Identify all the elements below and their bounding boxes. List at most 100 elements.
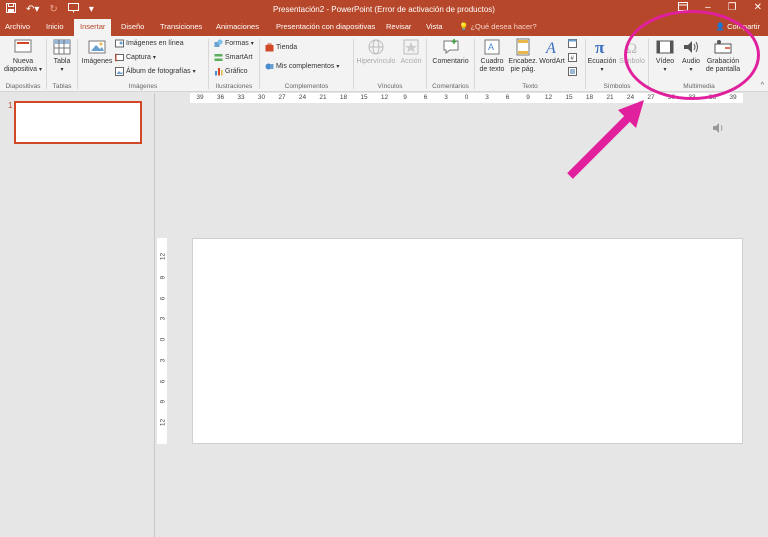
audio-speaker-icon[interactable]	[712, 122, 726, 134]
restore-icon[interactable]: ❐	[728, 2, 737, 14]
object-icon[interactable]	[568, 67, 577, 76]
ruler-tick-label: 12	[159, 252, 167, 261]
window-title: Presentación2 - PowerPoint (Error de act…	[273, 5, 495, 14]
ruler-tick-label: 6	[159, 379, 167, 383]
close-icon[interactable]: ✕	[754, 2, 762, 14]
ruler-tick-label: 39	[196, 94, 204, 101]
lightbulb-icon: 💡	[459, 22, 469, 31]
group-label-vinculos: Vínculos	[377, 83, 403, 90]
group-complementos: Tienda Mis complementos ▾ Complementos	[260, 36, 353, 92]
pi-icon: π	[595, 38, 605, 56]
ruler-tick-label: 3	[485, 94, 489, 101]
collapse-ribbon-icon[interactable]: ^	[761, 82, 764, 89]
ruler-tick-label: 12	[544, 94, 553, 101]
date-time-icon[interactable]	[568, 39, 577, 48]
slide-number-icon[interactable]: #	[568, 53, 577, 62]
group-label-texto: Texto	[522, 83, 538, 90]
group-label-imagenes: Imágenes	[128, 83, 158, 90]
group-vinculos: Hipervínculo Acción Vínculos	[354, 36, 426, 92]
chart-icon	[215, 68, 223, 76]
table-icon	[53, 39, 71, 55]
ruler-tick-label: 27	[278, 94, 286, 101]
ruler-tick-label: 9	[403, 94, 407, 101]
ruler-tick-label: 6	[423, 94, 428, 101]
pictures-icon	[88, 40, 106, 54]
group-label-comentarios: Comentarios	[432, 83, 469, 90]
tab-inicio[interactable]: Inicio	[46, 22, 64, 31]
header-footer-icon	[516, 38, 530, 56]
equation-button[interactable]: π Ecuación ▾	[586, 38, 618, 74]
tab-archivo[interactable]: Archivo	[5, 22, 30, 31]
online-pictures-button[interactable]: Imágenes en línea	[115, 39, 184, 48]
ruler-tick-label: 12	[159, 418, 167, 427]
group-imagenes: Imágenes Imágenes en línea Captura ▾ Álb…	[78, 36, 208, 92]
my-addins-icon	[265, 63, 274, 70]
pictures-button[interactable]: Imágenes	[81, 38, 113, 66]
group-comentarios: Comentario Comentarios	[427, 36, 474, 92]
tab-vista[interactable]: Vista	[426, 22, 443, 31]
screenshot-button[interactable]: Captura ▾	[115, 53, 156, 62]
text-box-icon: A	[484, 39, 500, 55]
smartart-icon	[214, 54, 223, 61]
ruler-tick-label: 3	[159, 358, 167, 363]
ruler-tick-label: 6	[505, 94, 510, 101]
group-label-simbolos: Símbolos	[603, 83, 631, 90]
photo-album-button[interactable]: Álbum de fotografías ▾	[115, 67, 196, 76]
powerpoint-window: { "colors": { "accent": "#b7472a", "anno…	[0, 0, 768, 537]
wordart-icon: A	[545, 40, 556, 56]
action-icon	[403, 39, 419, 55]
store-button[interactable]: Tienda	[265, 43, 297, 52]
tell-me-box[interactable]: 💡 ¿Qué desea hacer?	[459, 22, 537, 31]
ruler-tick-label: 39	[729, 94, 737, 101]
slide-thumbnails-pane: 1	[0, 93, 155, 537]
smartart-button[interactable]: SmartArt	[214, 53, 253, 62]
slide-thumbnail[interactable]	[14, 101, 142, 144]
my-addins-button[interactable]: Mis complementos ▾	[265, 62, 339, 71]
text-box-button[interactable]: A Cuadro de texto	[477, 38, 507, 74]
wordart-button[interactable]: A WordArt	[538, 38, 566, 66]
ruler-tick-label: 3	[444, 94, 448, 101]
tab-revisar[interactable]: Revisar	[386, 22, 411, 31]
header-footer-button[interactable]: Encabez. pie pág.	[508, 38, 538, 74]
ruler-tick-label: 15	[360, 94, 368, 101]
new-slide-button[interactable]: Nueva diapositiva ▾	[3, 38, 43, 74]
shapes-button[interactable]: Formas ▾	[214, 39, 254, 48]
highlight-circle	[624, 10, 760, 100]
group-ilustraciones: Formas ▾ SmartArt Gráfico Ilustraciones	[209, 36, 259, 92]
group-diapositivas: Nueva diapositiva ▾ Diapositivas	[0, 36, 46, 92]
store-icon	[265, 43, 274, 52]
ruler-tick-label: 33	[237, 94, 245, 101]
comment-button[interactable]: Comentario	[429, 38, 472, 66]
ruler-tick-label: 30	[257, 94, 266, 101]
group-label-tablas: Tablas	[52, 83, 72, 90]
ruler-tick-label: 36	[216, 94, 225, 101]
tab-presentacion[interactable]: Presentación con diapositivas	[276, 22, 375, 31]
tab-animaciones[interactable]: Animaciones	[216, 22, 259, 31]
online-pictures-icon	[115, 39, 124, 48]
action-button[interactable]: Acción	[398, 38, 424, 66]
ruler-tick-label: 9	[526, 94, 530, 101]
comment-icon	[443, 39, 458, 54]
table-button[interactable]: Tabla ▾	[50, 38, 74, 74]
group-tablas: Tabla ▾ Tablas	[47, 36, 77, 92]
new-slide-icon	[14, 39, 32, 53]
slide-canvas[interactable]	[192, 238, 743, 444]
ruler-tick-label: 9	[159, 275, 167, 280]
slide-number: 1	[8, 101, 13, 110]
screenshot-icon	[115, 53, 124, 62]
text-small-icons: #	[568, 39, 578, 78]
ruler-tick-label: 9	[159, 399, 167, 404]
hyperlink-icon	[368, 39, 384, 55]
group-label-diapositivas: Diapositivas	[5, 83, 41, 90]
svg-text:π: π	[595, 38, 605, 56]
vertical-ruler: 12 9 6 3 0 3 6 9 12	[157, 238, 167, 444]
ruler-tick-label: 0	[464, 94, 469, 101]
group-label-ilustraciones: Ilustraciones	[215, 83, 253, 90]
chart-button[interactable]: Gráfico	[214, 67, 248, 76]
tab-diseno[interactable]: Diseño	[121, 22, 144, 31]
hyperlink-button[interactable]: Hipervínculo	[356, 38, 396, 66]
tab-insertar[interactable]: Insertar	[74, 19, 112, 36]
ruler-tick-label: 12	[380, 94, 389, 101]
ruler-tick-label: 21	[319, 94, 327, 101]
tab-transiciones[interactable]: Transiciones	[160, 22, 202, 31]
